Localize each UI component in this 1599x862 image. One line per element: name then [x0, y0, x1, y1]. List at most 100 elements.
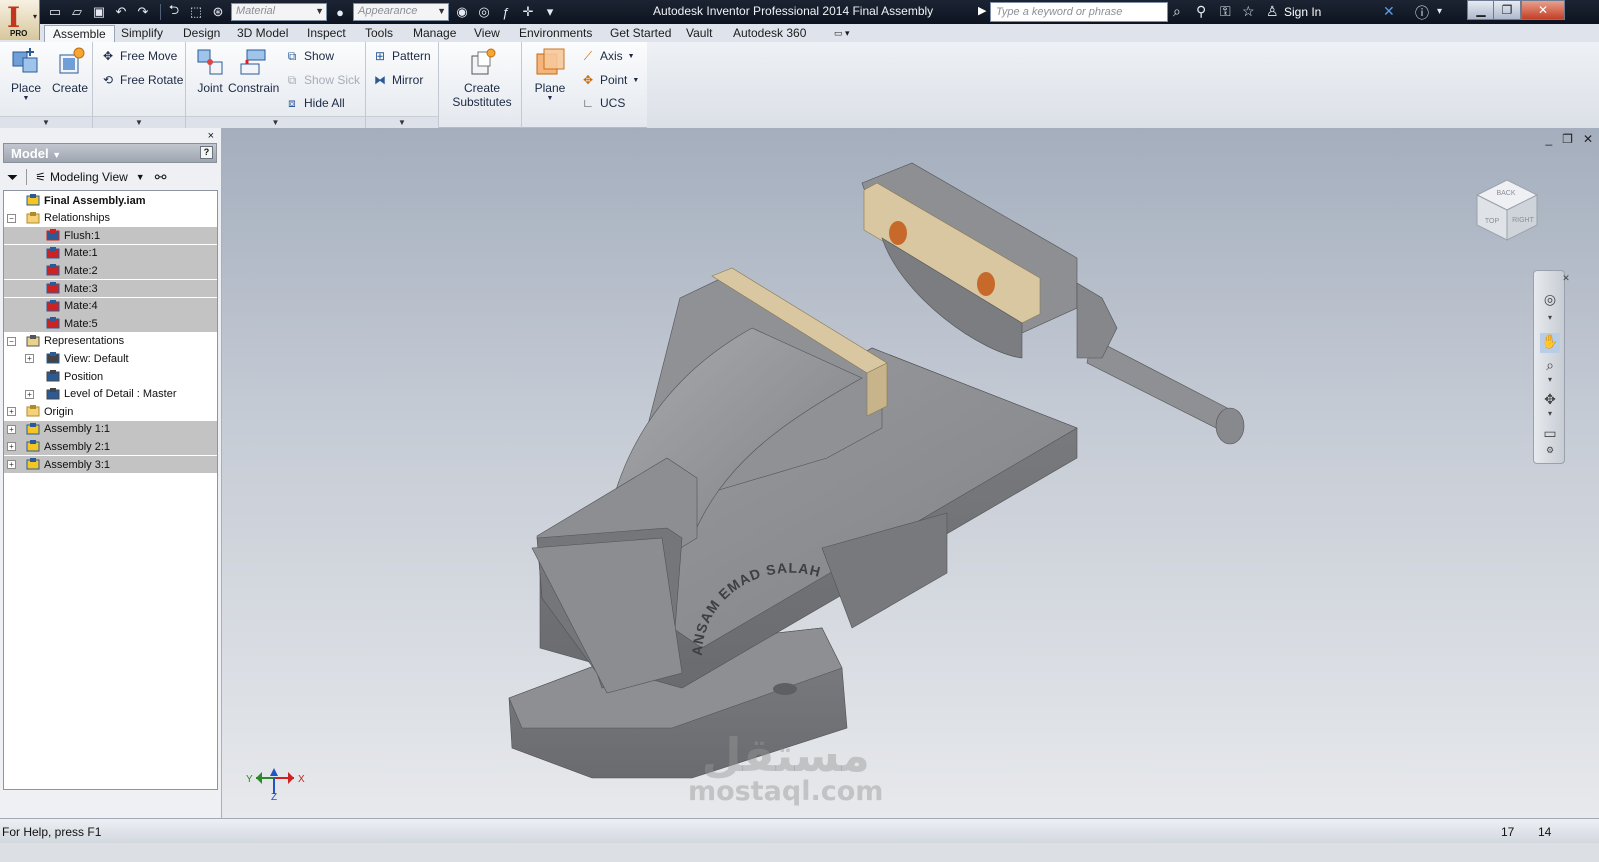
- help-icon[interactable]: ⓘ: [1415, 3, 1429, 23]
- chevron-down-icon[interactable]: ▾: [1540, 313, 1560, 333]
- group-expand-icon[interactable]: ▼: [93, 116, 185, 128]
- expand-icon[interactable]: +: [25, 354, 34, 364]
- return-icon[interactable]: ⮌: [165, 2, 183, 20]
- tab-simplify[interactable]: Simplify: [113, 25, 171, 42]
- point-button[interactable]: ✥ Point ▼: [580, 72, 639, 88]
- binoculars-icon[interactable]: ⚯: [155, 169, 167, 186]
- tab-vault[interactable]: Vault: [678, 25, 720, 42]
- clear-appearance-icon[interactable]: ◉: [453, 4, 471, 20]
- fx-parameters-icon[interactable]: ƒ: [497, 4, 515, 20]
- tree-node[interactable]: − Representations: [4, 333, 217, 350]
- tree-node[interactable]: + Level of Detail : Master: [4, 386, 217, 403]
- tab-get-started[interactable]: Get Started: [602, 25, 679, 42]
- chevron-down-icon[interactable]: ▼: [136, 172, 145, 182]
- tree-node[interactable]: + Origin: [4, 403, 217, 420]
- browser-title[interactable]: Model ▼: [11, 146, 61, 161]
- exchange-icon[interactable]: ✕: [1383, 3, 1395, 20]
- vise-model[interactable]: ANSAM EMAD SALAH: [222, 128, 1599, 818]
- mirror-button[interactable]: ⧓ Mirror: [372, 72, 423, 88]
- expand-icon[interactable]: +: [7, 442, 16, 452]
- new-file-icon[interactable]: ▭: [46, 4, 64, 20]
- place-button[interactable]: Place ▼: [6, 46, 46, 102]
- qat-dropdown-icon[interactable]: ▾: [541, 4, 559, 20]
- tab-assemble[interactable]: Assemble: [44, 25, 115, 42]
- minimize-button[interactable]: ▁: [1467, 0, 1495, 20]
- browser-close-button[interactable]: ×: [208, 130, 214, 142]
- free-move-button[interactable]: ✥ Free Move: [100, 48, 177, 64]
- material-combo[interactable]: Material ▼: [231, 3, 327, 21]
- binoculars-icon[interactable]: ⌕: [1173, 3, 1181, 20]
- tree-node[interactable]: Mate:2: [4, 262, 217, 280]
- tree-node[interactable]: Mate:1: [4, 244, 217, 262]
- pattern-button[interactable]: ⊞ Pattern: [372, 48, 431, 64]
- save-icon[interactable]: ▣: [90, 4, 108, 20]
- graphics-viewport[interactable]: _ ❐ ✕ ANSAM EMAD SALAH BACK TOP RIGHT ✕ …: [222, 128, 1599, 818]
- steering-wheel-icon[interactable]: ◎: [1540, 291, 1560, 311]
- hide-all-button[interactable]: ⧈ Hide All: [284, 95, 345, 111]
- pan-hand-icon[interactable]: ✋: [1540, 333, 1560, 353]
- viewcube-top[interactable]: TOP: [1485, 218, 1500, 225]
- search-input[interactable]: Type a keyword or phrase: [990, 2, 1168, 22]
- tree-node[interactable]: − Relationships: [4, 210, 217, 227]
- free-rotate-button[interactable]: ⟲ Free Rotate: [100, 72, 183, 88]
- tab-inspect[interactable]: Inspect: [299, 25, 354, 42]
- filter-icon[interactable]: ⏷: [7, 169, 18, 186]
- constrain-button[interactable]: Constrain: [228, 46, 279, 95]
- create-button[interactable]: Create: [50, 46, 90, 95]
- plane-button[interactable]: Plane ▼: [530, 46, 570, 102]
- group-expand-icon[interactable]: ▼: [186, 116, 365, 128]
- help-dropdown-icon[interactable]: ▾: [1437, 6, 1442, 17]
- axis-button[interactable]: ⟋ Axis ▼: [580, 48, 635, 64]
- browser-title-bar[interactable]: Model ▼ ?: [3, 143, 217, 163]
- expand-icon[interactable]: +: [7, 407, 16, 417]
- group-expand-icon[interactable]: ▼: [0, 116, 92, 128]
- viewcube-right[interactable]: RIGHT: [1512, 217, 1535, 224]
- favorites-icon[interactable]: ☆: [1242, 3, 1255, 20]
- tree-node[interactable]: Position: [4, 368, 217, 385]
- group-expand-icon[interactable]: ▼: [366, 116, 438, 128]
- user-icon[interactable]: ♙: [1266, 3, 1279, 20]
- adjust-appearance-icon[interactable]: ◎: [475, 4, 493, 20]
- collapse-icon[interactable]: −: [7, 336, 16, 346]
- view-mode-select[interactable]: Modeling View: [50, 170, 128, 184]
- subscription-icon[interactable]: ⚲: [1196, 3, 1206, 20]
- ucs-button[interactable]: ∟ UCS: [580, 95, 625, 111]
- joint-button[interactable]: Joint: [190, 46, 230, 95]
- communication-icon[interactable]: ⚿: [1220, 3, 1231, 20]
- tree-node[interactable]: + Assembly 3:1: [4, 456, 217, 473]
- zoom-icon[interactable]: ⌕: [1540, 357, 1560, 377]
- open-icon[interactable]: ▱: [68, 4, 86, 20]
- tree-node[interactable]: Flush:1: [4, 227, 217, 245]
- tab-autodesk-360[interactable]: Autodesk 360: [725, 25, 814, 42]
- expand-icon[interactable]: +: [7, 460, 16, 469]
- tree-node[interactable]: + View: Default: [4, 350, 217, 367]
- undo-icon[interactable]: ↶: [112, 4, 130, 20]
- appearance-combo[interactable]: Appearance ▼: [353, 3, 449, 21]
- tree-node[interactable]: Mate:5: [4, 315, 217, 333]
- show-button[interactable]: ⧉ Show: [284, 48, 334, 64]
- search-expand-icon[interactable]: ▶: [978, 4, 986, 17]
- nav-customize-icon[interactable]: ⚙: [1540, 445, 1560, 465]
- tree-node[interactable]: + Assembly 2:1: [4, 438, 217, 456]
- close-icon[interactable]: ✕: [1556, 273, 1576, 293]
- tab-design[interactable]: Design: [175, 25, 228, 42]
- tab-view[interactable]: View: [466, 25, 508, 42]
- measure-icon[interactable]: ✛: [519, 4, 537, 20]
- maximize-button[interactable]: ❐: [1493, 0, 1521, 20]
- redo-icon[interactable]: ↷: [134, 4, 152, 20]
- expand-icon[interactable]: +: [7, 424, 16, 434]
- tree-node[interactable]: Final Assembly.iam: [4, 192, 217, 209]
- application-menu-button[interactable]: I PRO ▾: [0, 0, 40, 40]
- viewcube[interactable]: BACK TOP RIGHT: [1472, 175, 1542, 245]
- create-substitutes-button[interactable]: Create Substitutes: [447, 46, 517, 109]
- select-mode-icon[interactable]: ⬚: [187, 4, 205, 20]
- appearance-ball-icon[interactable]: ●: [331, 4, 349, 20]
- look-at-icon[interactable]: ▭: [1540, 425, 1560, 445]
- tree-node[interactable]: Mate:4: [4, 297, 217, 315]
- tab-manage[interactable]: Manage: [405, 25, 464, 42]
- viewcube-back[interactable]: BACK: [1496, 190, 1515, 197]
- expand-icon[interactable]: +: [25, 389, 34, 399]
- tab-tools[interactable]: Tools: [357, 25, 401, 42]
- browser-help-button[interactable]: ?: [200, 146, 213, 159]
- update-icon[interactable]: ⊛: [209, 4, 227, 20]
